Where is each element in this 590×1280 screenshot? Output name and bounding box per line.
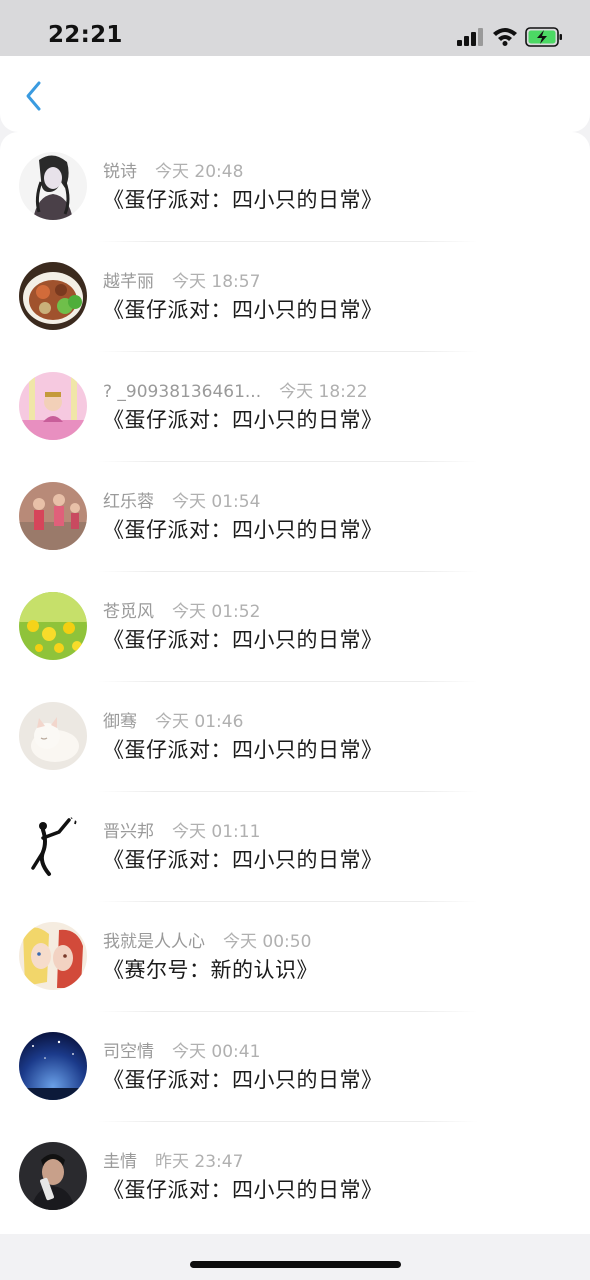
list-item[interactable]: 晋兴邦 今天 01:11 《蛋仔派对：四小只的日常》	[0, 792, 590, 902]
user-name[interactable]: 晋兴邦	[103, 822, 154, 842]
item-meta: ? _90938136461... 今天 18:22	[103, 377, 368, 402]
avatar[interactable]	[19, 372, 87, 440]
item-meta: 我就是人人心 今天 00:50	[103, 927, 312, 952]
work-title[interactable]: 《蛋仔派对：四小只的日常》	[103, 294, 383, 324]
timestamp: 今天 01:11	[172, 822, 261, 842]
timestamp: 今天 00:50	[223, 932, 312, 952]
home-bar	[0, 1234, 590, 1280]
list-item[interactable]: 我就是人人心 今天 00:50 《赛尔号：新的认识》	[0, 902, 590, 1012]
avatar[interactable]	[19, 1142, 87, 1210]
list-item[interactable]: 司空情 今天 00:41 《蛋仔派对：四小只的日常》	[0, 1012, 590, 1122]
item-meta: 苍觅风 今天 01:52	[103, 597, 261, 622]
list-item[interactable]: 红乐蓉 今天 01:54 《蛋仔派对：四小只的日常》	[0, 462, 590, 572]
timestamp: 今天 18:57	[172, 272, 261, 292]
avatar[interactable]	[19, 1032, 87, 1100]
chevron-left-icon	[26, 81, 41, 111]
work-title[interactable]: 《蛋仔派对：四小只的日常》	[103, 514, 383, 544]
work-title[interactable]: 《蛋仔派对：四小只的日常》	[103, 624, 383, 654]
item-meta: 红乐蓉 今天 01:54	[103, 487, 261, 512]
user-name[interactable]: 苍觅风	[103, 602, 154, 622]
work-title[interactable]: 《蛋仔派对：四小只的日常》	[103, 184, 383, 214]
user-name[interactable]: 司空情	[103, 1042, 154, 1062]
timestamp: 今天 18:22	[279, 382, 368, 402]
list-item[interactable]: 越芊丽 今天 18:57 《蛋仔派对：四小只的日常》	[0, 242, 590, 352]
timestamp: 今天 01:54	[172, 492, 261, 512]
work-title[interactable]: 《蛋仔派对：四小只的日常》	[103, 844, 383, 874]
user-name[interactable]: 红乐蓉	[103, 492, 154, 512]
home-indicator[interactable]	[190, 1261, 401, 1268]
avatar[interactable]	[19, 812, 87, 880]
list-item[interactable]: 苍觅风 今天 01:52 《蛋仔派对：四小只的日常》	[0, 572, 590, 682]
timestamp: 今天 00:41	[172, 1042, 261, 1062]
timestamp: 昨天 23:47	[155, 1152, 244, 1172]
status-time: 22:21	[48, 22, 123, 48]
status-bar: 22:21	[0, 0, 590, 56]
item-meta: 司空情 今天 00:41	[103, 1037, 261, 1062]
list-item[interactable]: 御骞 今天 01:46 《蛋仔派对：四小只的日常》	[0, 682, 590, 792]
work-title[interactable]: 《蛋仔派对：四小只的日常》	[103, 1174, 383, 1204]
user-name[interactable]: 我就是人人心	[103, 932, 205, 952]
work-title[interactable]: 《赛尔号：新的认识》	[103, 954, 318, 984]
user-name[interactable]: ? _90938136461...	[103, 382, 261, 402]
timestamp: 今天 20:48	[155, 162, 244, 182]
work-title[interactable]: 《蛋仔派对：四小只的日常》	[103, 404, 383, 434]
avatar[interactable]	[19, 592, 87, 660]
avatar[interactable]	[19, 922, 87, 990]
item-meta: 越芊丽 今天 18:57	[103, 267, 261, 292]
message-list: 锐诗 今天 20:48 《蛋仔派对：四小只的日常》 越芊丽 今天 18:57 《蛋仔…	[0, 132, 590, 1234]
cellular-signal-icon	[457, 28, 483, 46]
work-title[interactable]: 《蛋仔派对：四小只的日常》	[103, 1064, 383, 1094]
item-meta: 御骞 今天 01:46	[103, 707, 244, 732]
avatar[interactable]	[19, 152, 87, 220]
navigation-bar	[0, 56, 590, 132]
battery-charging-icon	[525, 27, 562, 47]
list-item[interactable]: ? _90938136461... 今天 18:22 《蛋仔派对：四小只的日常》	[0, 352, 590, 462]
user-name[interactable]: 圭情	[103, 1152, 137, 1172]
avatar[interactable]	[19, 702, 87, 770]
avatar[interactable]	[19, 482, 87, 550]
list-item[interactable]: 圭情 昨天 23:47 《蛋仔派对：四小只的日常》	[0, 1122, 590, 1232]
item-meta: 晋兴邦 今天 01:11	[103, 817, 261, 842]
item-meta: 锐诗 今天 20:48	[103, 157, 244, 182]
item-meta: 圭情 昨天 23:47	[103, 1147, 244, 1172]
user-name[interactable]: 锐诗	[103, 162, 137, 182]
back-button[interactable]	[16, 76, 52, 116]
wifi-icon	[493, 28, 517, 46]
timestamp: 今天 01:46	[155, 712, 244, 732]
user-name[interactable]: 御骞	[103, 712, 137, 732]
avatar[interactable]	[19, 262, 87, 330]
list-item[interactable]: 锐诗 今天 20:48 《蛋仔派对：四小只的日常》	[0, 132, 590, 242]
timestamp: 今天 01:52	[172, 602, 261, 622]
work-title[interactable]: 《蛋仔派对：四小只的日常》	[103, 734, 383, 764]
user-name[interactable]: 越芊丽	[103, 272, 154, 292]
